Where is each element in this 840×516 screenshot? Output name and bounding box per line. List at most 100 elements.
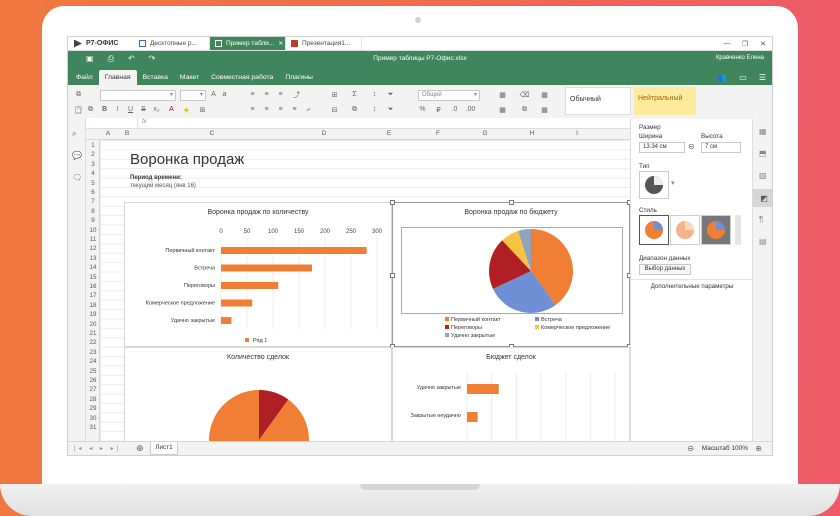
close-window-icon[interactable]: ✕ xyxy=(754,37,772,50)
row-header[interactable]: 1 xyxy=(86,142,100,149)
row-header[interactable]: 4 xyxy=(86,170,100,177)
named-range-icon[interactable]: ⧉ xyxy=(350,105,359,114)
copy-style-icon[interactable]: ⧉ xyxy=(520,105,529,114)
row-header[interactable]: 30 xyxy=(86,415,100,422)
style-scrollbar[interactable] xyxy=(735,215,741,245)
column-header[interactable]: E xyxy=(362,130,416,137)
hamburger-icon[interactable]: ☰ xyxy=(759,73,766,82)
row-header[interactable]: 2 xyxy=(86,151,100,158)
row-header[interactable]: 13 xyxy=(86,255,100,262)
table-settings-icon[interactable]: ▤ xyxy=(759,237,767,246)
paste-icon[interactable]: 📋 xyxy=(74,105,83,114)
align-left-icon[interactable]: ≡ xyxy=(248,105,257,114)
row-header[interactable]: 19 xyxy=(86,311,100,318)
height-input[interactable]: 7 см xyxy=(701,142,741,153)
users-icon[interactable]: 👥 xyxy=(717,73,727,82)
row-header[interactable]: 22 xyxy=(86,339,100,346)
sort-desc-icon[interactable]: ↕ xyxy=(370,105,379,114)
resize-handle[interactable] xyxy=(390,200,395,205)
increase-font-icon[interactable]: A xyxy=(209,90,218,99)
text-orientation-icon[interactable]: ⤴ xyxy=(292,90,301,99)
function-icon[interactable]: fx xyxy=(142,119,147,125)
row-header[interactable]: 31 xyxy=(86,424,100,431)
maximize-icon[interactable]: ❐ xyxy=(736,37,754,50)
underline-icon[interactable]: U xyxy=(126,105,135,114)
chart-style-1[interactable] xyxy=(639,215,669,245)
menu-file[interactable]: Файл xyxy=(70,70,99,85)
cell-style-neutral[interactable]: Нейтральный xyxy=(634,87,696,115)
align-right-icon[interactable]: ≡ xyxy=(276,105,285,114)
row-header[interactable]: 23 xyxy=(86,349,100,356)
chart-funnel-budget[interactable]: Воронка продаж по бюджету Первичный конт… xyxy=(390,200,630,349)
row-header[interactable]: 26 xyxy=(86,377,100,384)
delete-cells-icon[interactable]: ⊟ xyxy=(330,105,339,114)
row-header[interactable]: 5 xyxy=(86,180,100,187)
column-header[interactable]: H xyxy=(510,130,554,137)
row-header[interactable]: 15 xyxy=(86,274,100,281)
align-justify-icon[interactable]: ≡ xyxy=(290,105,299,114)
row-header[interactable]: 6 xyxy=(86,189,100,196)
row-header[interactable]: 18 xyxy=(86,302,100,309)
font-color-icon[interactable]: A xyxy=(167,105,176,114)
row-header[interactable]: 28 xyxy=(86,396,100,403)
sheet-nav-arrows[interactable]: |◂ ◂ ▸ ▸| xyxy=(74,445,121,452)
column-header[interactable]: B xyxy=(116,130,138,137)
borders-icon[interactable]: ⊞ xyxy=(198,105,207,114)
insert-cells-icon[interactable]: ⊞ xyxy=(330,90,339,99)
conditional-format-icon[interactable]: ▦ xyxy=(498,90,507,99)
filter-icon[interactable]: ⏷ xyxy=(386,90,395,99)
menu-collaboration[interactable]: Совместная работа xyxy=(205,70,279,85)
wrap-text-icon[interactable]: ⤶ xyxy=(304,105,313,114)
row-header[interactable]: 17 xyxy=(86,292,100,299)
bold-icon[interactable]: B xyxy=(100,105,109,114)
chart-funnel-count[interactable]: Воронка продаж по количеству 0 50 100 150 20… xyxy=(124,202,392,347)
format-as-table-icon[interactable]: ▦ xyxy=(498,105,507,114)
number-format-select[interactable]: Общий xyxy=(418,90,480,101)
row-header[interactable]: 29 xyxy=(86,405,100,412)
row-header[interactable]: 27 xyxy=(86,386,100,393)
cell-style-normal[interactable]: Обычный xyxy=(565,87,631,115)
sort-asc-icon[interactable]: ↕ xyxy=(370,90,379,99)
advanced-settings-link[interactable]: Дополнительные параметры xyxy=(631,283,753,290)
chart-settings-icon[interactable]: ◩ xyxy=(753,189,772,207)
menu-home[interactable]: Главная xyxy=(98,70,137,85)
chart-style-2[interactable] xyxy=(670,215,700,245)
italic-icon[interactable]: I xyxy=(113,105,122,114)
decrease-font-icon[interactable]: a xyxy=(220,90,229,99)
minimize-icon[interactable]: — xyxy=(718,37,736,50)
currency-icon[interactable]: ₽ xyxy=(434,105,443,114)
shape-settings-icon[interactable]: ⬒ xyxy=(759,149,767,158)
row-header[interactable]: 16 xyxy=(86,283,100,290)
tab-document[interactable]: Десктопные р... xyxy=(134,37,210,50)
row-header[interactable]: 3 xyxy=(86,161,100,168)
close-tab-icon[interactable]: ✕ xyxy=(278,40,283,47)
row-header[interactable]: 25 xyxy=(86,368,100,375)
select-data-button[interactable]: Выбор данных xyxy=(639,264,691,275)
font-size-select[interactable] xyxy=(180,90,206,101)
font-family-select[interactable] xyxy=(100,90,176,101)
name-box[interactable] xyxy=(86,118,138,129)
row-header[interactable]: 7 xyxy=(86,198,100,205)
row-header[interactable]: 20 xyxy=(86,321,100,328)
decrease-decimal-icon[interactable]: .0 xyxy=(450,105,459,114)
align-middle-icon[interactable]: ≡ xyxy=(262,90,271,99)
period-label[interactable]: Период времени: xyxy=(130,175,182,181)
lock-aspect-icon[interactable]: ⊝ xyxy=(688,142,695,151)
align-bottom-icon[interactable]: ≡ xyxy=(276,90,285,99)
column-header[interactable]: C xyxy=(138,130,286,137)
strikethrough-icon[interactable]: S xyxy=(139,105,148,114)
tab-spreadsheet[interactable]: Пример табли... ✕ xyxy=(210,37,286,50)
column-header[interactable]: A xyxy=(100,130,116,137)
comments-icon[interactable]: 💬 xyxy=(72,151,82,160)
resize-handle[interactable] xyxy=(509,200,514,205)
chat-icon[interactable]: 🗨 xyxy=(72,173,82,182)
image-settings-icon[interactable]: ▨ xyxy=(759,171,767,180)
paragraph-settings-icon[interactable]: ¶ xyxy=(759,215,763,224)
change-color-scheme-icon[interactable]: ▦ xyxy=(540,90,549,99)
column-header[interactable]: I xyxy=(554,130,600,137)
add-sheet-icon[interactable]: ⊕ xyxy=(136,443,144,454)
zoom-in-icon[interactable]: ⊕ xyxy=(755,444,762,453)
row-header[interactable]: 12 xyxy=(86,245,100,252)
open-location-icon[interactable]: ▭ xyxy=(739,73,747,82)
column-header[interactable]: F xyxy=(416,130,460,137)
